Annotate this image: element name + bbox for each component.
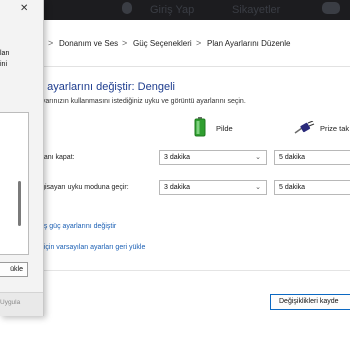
breadcrumb-separator: > (48, 38, 54, 48)
sleep-plugged-select[interactable]: 5 dakika (274, 180, 350, 195)
plugged-column-label: Prize tak (320, 124, 350, 133)
battery-column-label: Pilde (216, 124, 233, 133)
battery-icon (194, 117, 206, 137)
top-strip: Giriş Yap Sikayetler (0, 0, 350, 20)
dialog-text-line: lan (0, 50, 10, 57)
plan-settings-window: > Donanım ve Ses > Güç Seçenekleri > Pla… (0, 20, 350, 350)
close-icon[interactable]: ✕ (20, 3, 28, 14)
scrollbar-thumb[interactable] (18, 181, 21, 226)
select-value: 3 dakika (164, 184, 191, 191)
breadcrumb-item-edit-plan[interactable]: Plan Ayarlarını Düzenle (207, 39, 290, 48)
sleep-label: ilgisayarı uyku moduna geçir: (38, 184, 129, 191)
plug-icon (294, 121, 315, 134)
page-description: ayarınızın kullanmasını istediğiniz uyku… (38, 98, 246, 105)
chevron-down-icon: ⌄ (255, 184, 261, 191)
tab-icon (322, 2, 340, 14)
breadcrumb-item-hardware[interactable]: Donanım ve Ses (59, 39, 118, 48)
sleep-battery-select[interactable]: 3 dakika ⌄ (159, 180, 267, 195)
tab-icon (122, 2, 132, 14)
select-value: 5 dakika (279, 154, 306, 161)
display-off-plugged-select[interactable]: 5 dakika (274, 150, 350, 165)
breadcrumb: > Donanım ve Ses > Güç Seçenekleri > Pla… (0, 20, 350, 67)
top-tab-complaints[interactable]: Sikayetler (232, 0, 280, 20)
footer-divider (0, 270, 350, 271)
breadcrumb-separator: > (196, 38, 202, 48)
dialog-text-line: ini (0, 61, 8, 68)
dialog-load-button[interactable]: ükle (0, 262, 28, 277)
chevron-down-icon: ⌄ (255, 154, 261, 161)
advanced-settings-link[interactable]: nış güç ayarlarını değiştir (38, 223, 116, 230)
restore-defaults-link[interactable]: n için varsayılan ayarları geri yükle (38, 244, 145, 251)
select-value: 5 dakika (279, 184, 306, 191)
select-value: 3 dakika (164, 154, 191, 161)
breadcrumb-item-power-options[interactable]: Güç Seçenekleri (133, 39, 192, 48)
display-off-battery-select[interactable]: 3 dakika ⌄ (159, 150, 267, 165)
overlay-dialog: ✕ lan ini ükle Uygula (0, 0, 44, 316)
top-tab-login[interactable]: Giriş Yap (150, 0, 194, 20)
apply-button[interactable]: Uygula (0, 299, 20, 306)
breadcrumb-separator: > (122, 38, 128, 48)
dialog-list-box[interactable] (0, 112, 29, 255)
page-title: n ayarlarını değiştir: Dengeli (38, 81, 175, 93)
save-changes-button[interactable]: Değişiklikleri kayde (270, 294, 350, 310)
